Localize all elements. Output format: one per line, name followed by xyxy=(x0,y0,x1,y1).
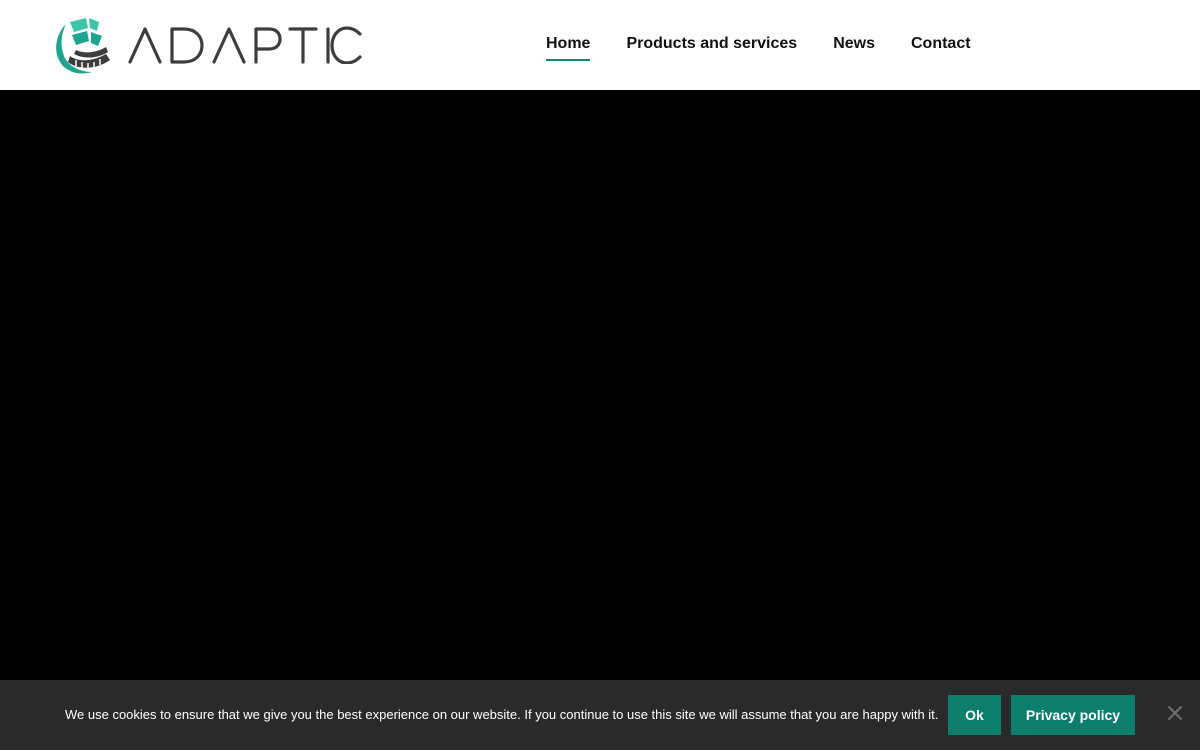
logo-link[interactable] xyxy=(52,16,362,76)
cookie-notice-bar: We use cookies to ensure that we give yo… xyxy=(0,680,1200,750)
privacy-policy-button[interactable]: Privacy policy xyxy=(1011,695,1135,735)
hero-video-area xyxy=(0,90,1200,680)
adaptic-logo-icon xyxy=(56,18,110,74)
close-icon[interactable] xyxy=(1166,704,1184,722)
main-nav: Home Products and services News Contact xyxy=(546,34,971,64)
nav-item-contact[interactable]: Contact xyxy=(911,34,971,64)
nav-item-news[interactable]: News xyxy=(833,34,875,64)
nav-item-products-and-services[interactable]: Products and services xyxy=(626,34,797,64)
nav-item-home[interactable]: Home xyxy=(546,34,591,64)
cookie-ok-button[interactable]: Ok xyxy=(948,695,1001,735)
adaptic-wordmark xyxy=(128,26,362,64)
site-header: Home Products and services News Contact xyxy=(0,0,1200,90)
cookie-notice-text: We use cookies to ensure that we give yo… xyxy=(65,707,939,722)
